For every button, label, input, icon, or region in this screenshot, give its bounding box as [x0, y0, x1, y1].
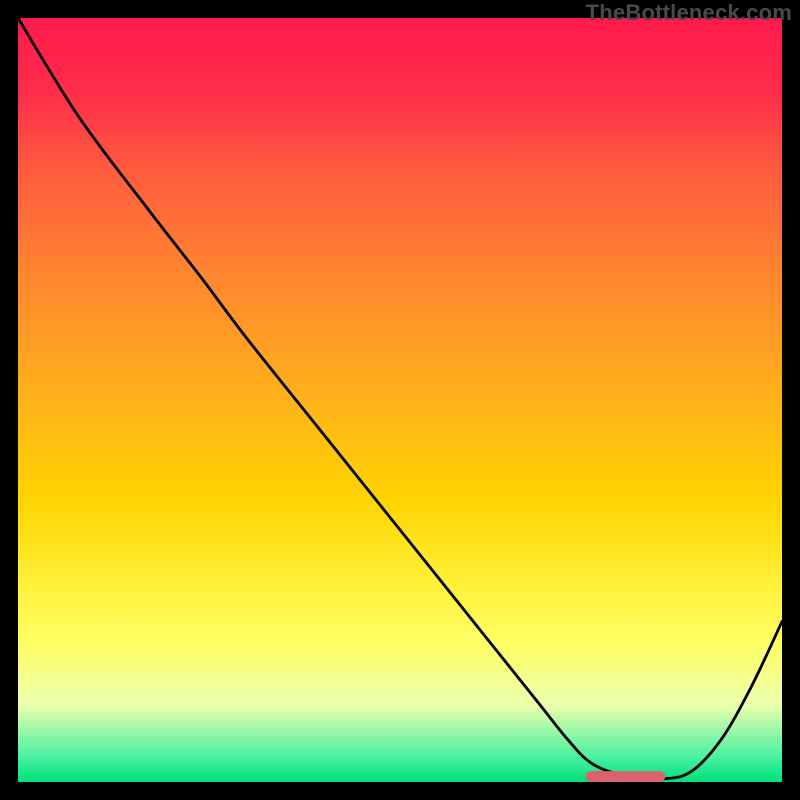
watermark-text: TheBottleneck.com	[586, 0, 792, 26]
chart-frame: TheBottleneck.com	[0, 0, 800, 800]
gradient-plot-area	[18, 18, 782, 782]
